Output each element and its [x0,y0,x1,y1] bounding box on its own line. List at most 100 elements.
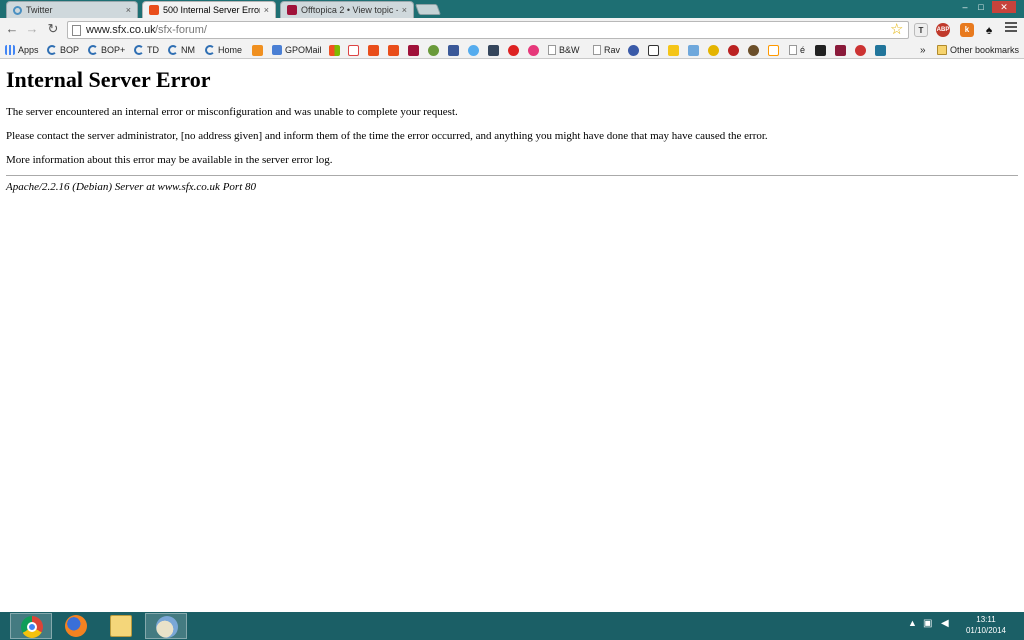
delicious-bookmark-icon[interactable] [688,45,699,56]
bookmark-label: NM [181,45,195,55]
bookmark-label: BOP+ [101,45,126,55]
extension-person-icon[interactable]: ♠ [982,23,996,37]
folder-icon [937,45,947,55]
tab-label: Twitter [26,5,53,15]
tab-close-icon[interactable]: × [126,5,131,15]
twitter-bookmark-icon[interactable] [468,45,479,56]
tray-expand-icon[interactable]: ▲ [908,618,917,628]
bookmark-bop[interactable]: BOP [47,42,79,58]
nm-icon [168,45,178,55]
wikipedia-bookmark-icon[interactable] [648,45,659,56]
bookmark-gpomail[interactable]: GPOMail [272,42,322,58]
back-button[interactable]: ← [4,21,20,37]
case-bookmark-icon[interactable] [815,45,826,56]
new-tab-button[interactable] [414,4,442,15]
reload-button[interactable]: ↻ [45,21,61,37]
close-window-button[interactable]: ✕ [992,1,1016,13]
minimize-button[interactable]: – [957,1,973,13]
offtopica-favicon-icon [287,5,297,15]
bookmark-label: BOP [60,45,80,55]
bookmark-nm[interactable]: NM [168,42,195,58]
td-icon [134,45,144,55]
taskbar-chrome-button[interactable] [10,613,52,639]
title-bar: Twitter × 500 Internal Server Error × Of… [0,0,1024,18]
error-paragraph: Please contact the server administrator,… [6,130,768,142]
page-title: Internal Server Error [6,67,211,92]
error-paragraph: More information about this error may be… [6,154,333,166]
tab-close-icon[interactable]: × [402,5,407,15]
sfx-favicon-icon [149,5,159,15]
facebook-bookmark-icon[interactable] [448,45,459,56]
url-path: /sfx-forum/ [155,24,207,36]
tab-close-icon[interactable]: × [264,5,269,15]
reader-bookmark-icon[interactable] [428,45,439,56]
bookmark-e[interactable]: é [789,42,805,58]
bookmark-rav[interactable]: Rav [593,42,620,58]
sfx-bookmark-icon[interactable] [388,45,399,56]
microsoft-bookmark-icon[interactable] [329,45,340,56]
bookmark-home[interactable]: Home [205,42,242,58]
tab-label: Offtopica 2 • View topic - [301,5,398,15]
chrome-menu-icon[interactable] [1005,22,1017,34]
target-bookmark-icon[interactable] [728,45,739,56]
imdb-bookmark-icon[interactable] [668,45,679,56]
eye-bookmark-icon[interactable] [508,45,519,56]
bookmark-bw[interactable]: B&W [548,42,580,58]
gpomail-icon [272,45,282,55]
tab-twitter[interactable]: Twitter × [6,1,138,18]
page-icon [548,45,556,55]
clock-time: 13:11 [976,615,996,624]
maximize-button[interactable]: □ [973,1,989,13]
channel5-bookmark-icon[interactable] [855,45,866,56]
extension-k-icon[interactable]: k [960,23,974,37]
joomla-bookmark-icon[interactable] [252,45,263,56]
file-explorer-icon [110,615,132,637]
extension-t-icon[interactable]: T [914,23,928,37]
page-icon [72,25,81,36]
badge-bookmark-icon[interactable] [708,45,719,56]
bookmark-label: Rav [604,45,621,55]
taskbar-firefox-button[interactable] [55,613,97,639]
firefox-icon [65,615,87,637]
gmail-bookmark-icon[interactable] [348,45,359,56]
bookmark-apps[interactable]: Apps [5,42,39,58]
taskbar-explorer-button[interactable] [100,613,142,639]
amazon-bookmark-icon[interactable] [768,45,779,56]
tab-offtopica[interactable]: Offtopica 2 • View topic - × [280,1,414,18]
bop-icon [88,45,98,55]
figure-bookmark-icon[interactable] [748,45,759,56]
url-host: www.sfx.co.uk [86,24,156,36]
taskbar-paint-button[interactable] [145,613,187,639]
bookmark-label: B&W [559,45,580,55]
page-content: Internal Server Error The server encount… [6,60,1018,193]
paint-icon [156,616,178,638]
volume-icon[interactable]: ◀ [941,618,949,629]
bookmark-bop-plus[interactable]: BOP+ [88,42,125,58]
forward-button[interactable]: → [24,21,40,37]
bookmark-label: TD [147,45,159,55]
adblock-plus-icon[interactable]: ABP [936,23,950,37]
offtopica-bookmark-icon[interactable] [408,45,419,56]
tumblr-bookmark-icon[interactable] [488,45,499,56]
bookmark-star-icon[interactable]: ☆ [890,20,903,38]
sfx-bookmark-icon[interactable] [368,45,379,56]
address-bar[interactable]: www.sfx.co.uk /sfx-forum/ [67,21,909,39]
page-icon [593,45,601,55]
bookmark-label: Apps [18,45,39,55]
bookmark-label: GPOMail [285,45,322,55]
home-icon [205,45,215,55]
taskbar-clock[interactable]: 13:11 01/10/2014 [958,614,1014,636]
bookmark-other-folder[interactable]: Other bookmarks [937,42,1019,58]
clock-date: 01/10/2014 [965,626,1007,635]
bookmarks-overflow-button[interactable]: » [920,42,926,58]
bookmark-label: Home [218,45,243,55]
p-bookmark-icon[interactable] [835,45,846,56]
tab-server-error[interactable]: 500 Internal Server Error × [142,1,276,18]
network-icon[interactable]: ▣ [923,618,932,629]
bop-icon [47,45,57,55]
wordpress-bookmark-icon[interactable] [875,45,886,56]
play-bookmark-icon[interactable] [528,45,539,56]
person-bookmark-icon[interactable] [628,45,639,56]
bookmark-td[interactable]: TD [134,42,159,58]
page-icon [789,45,797,55]
